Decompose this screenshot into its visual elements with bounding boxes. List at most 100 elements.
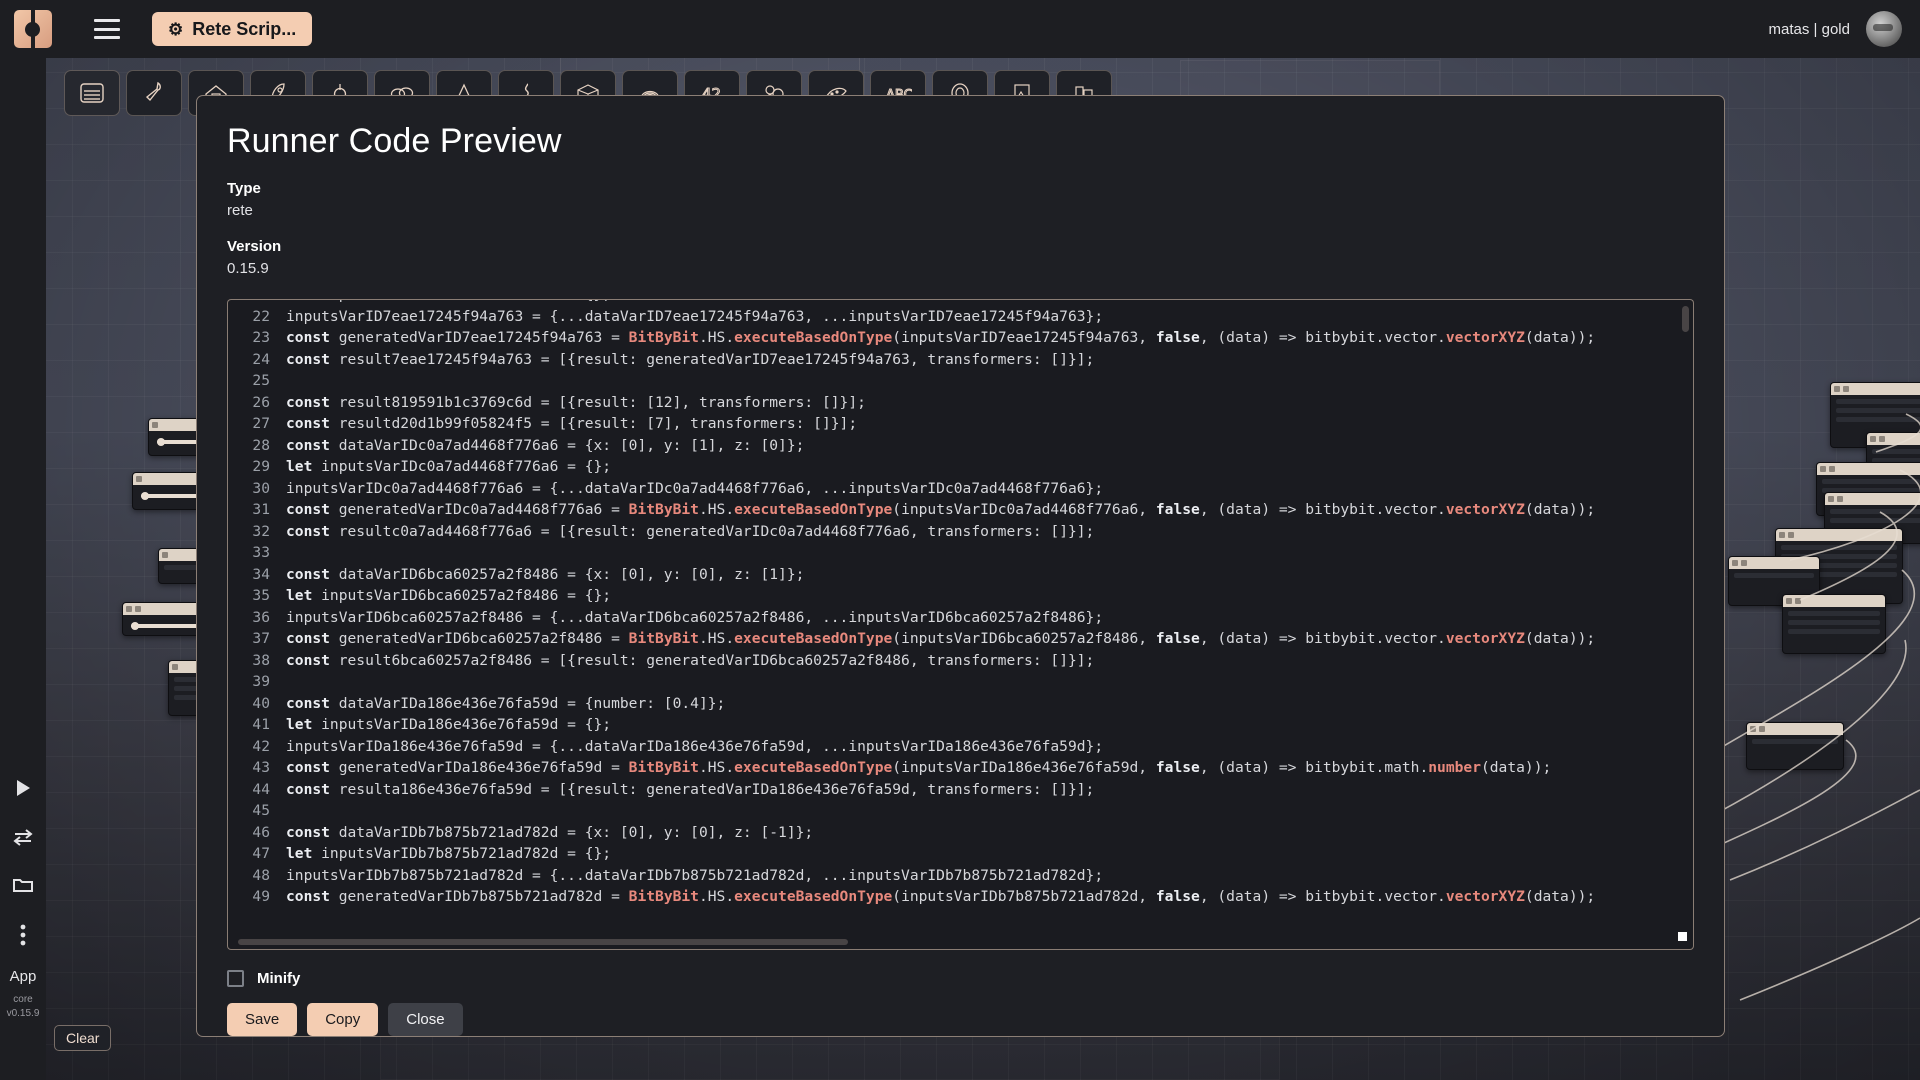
bitbybit-logo-icon[interactable] [14,10,52,48]
line-number: 38 [252,651,270,669]
swap-arrows-icon[interactable] [12,828,34,846]
line-content: inputsVarID6bca60257a2f8486 = {...dataVa… [286,608,1104,626]
code-line: 35 let inputsVarID6bca60257a2f8486 = {}; [228,585,1693,607]
code-line: 49 const generatedVarIDb7b875b721ad782d =… [228,886,1693,908]
graph-node-body [1831,395,1920,430]
line-content: const dataVarIDb7b875b721ad782d = {x: [0… [286,823,814,841]
code-line: 38 const result6bca60257a2f8486 = [{resul… [228,650,1693,672]
line-content: const resulta186e436e76fa59d = [{result:… [286,780,1095,798]
graph-node-header [1783,595,1885,607]
line-number: 49 [252,888,270,905]
code-line: 22 inputsVarID7eae17245f94a763 = {...data… [228,306,1693,328]
line-content: const resultc0a7ad4468f776a6 = [{result:… [286,522,1095,540]
line-number: 40 [252,694,270,712]
layers-icon[interactable] [64,70,120,116]
graph-node-body [1729,569,1819,586]
graph-node-header [1825,493,1920,505]
line-content: const generatedVarID6bca60257a2f8486 = B… [286,630,1596,647]
horizontal-scrollbar-thumb[interactable] [238,939,848,945]
script-name-chip[interactable]: ⚙ Rete Scrip... [152,12,313,46]
line-number: 47 [252,845,270,862]
more-vertical-icon[interactable] [20,924,26,946]
line-content: const result819591b1c3769c6d = [{result:… [286,393,866,411]
line-number: 29 [252,458,270,475]
code-line: 31 const generatedVarIDc0a7ad4468f776a6 =… [228,499,1693,521]
app-label: App [9,968,37,985]
code-line: 33 [228,542,1693,564]
line-content: const result6bca60257a2f8486 = [{result:… [286,651,1095,669]
line-content: inputsVarIDb7b875b721ad782d = {...dataVa… [286,866,1104,884]
runner-code-preview-dialog: Runner Code Preview Type rete Version 0.… [196,95,1725,1037]
line-content: const generatedVarID7eae17245f94a763 = B… [286,329,1596,346]
graph-node-header [1776,529,1902,541]
line-content: const result7eae17245f94a763 = [{result:… [286,350,1095,368]
type-value: rete [227,202,253,219]
line-content: let inputsVarIDa186e436e76fa59d = {}; [286,716,612,733]
code-line: 24 const result7eae17245f94a763 = [{resul… [228,349,1693,371]
graph-node-body [1783,607,1885,642]
folder-icon[interactable] [12,876,34,894]
graph-node-header [1867,433,1920,445]
version-value: 0.15.9 [227,260,269,277]
clear-button[interactable]: Clear [54,1025,112,1051]
code-line: 27 const resultd20d1b99f05824f5 = [{resul… [228,413,1693,435]
code-line: 48 inputsVarIDb7b875b721ad782d = {...data… [228,865,1693,887]
play-icon[interactable] [14,778,32,798]
line-number: 32 [252,522,270,540]
line-content: const dataVarIDa186e436e76fa59d = {numbe… [286,694,726,712]
code-line: 47 let inputsVarIDb7b875b721ad782d = {}; [228,843,1693,865]
graph-node[interactable] [1746,722,1844,770]
version-label: Version [227,238,282,255]
code-line: 46 const dataVarIDb7b875b721ad782d = {x: … [228,822,1693,844]
left-rail: App core v0.15.9 [0,58,46,1080]
code-editor[interactable]: 21let inputsVarID7eae17245f94a763 = {};2… [227,299,1694,950]
code-line: 43 const generatedVarIDa186e436e76fa59d =… [228,757,1693,779]
graph-node-header [1817,463,1920,475]
line-number: 22 [252,307,270,325]
close-button[interactable]: Close [388,1003,463,1036]
line-number: 36 [252,608,270,626]
wand-icon[interactable] [126,70,182,116]
page-title: Runner Code Preview [227,122,562,160]
vertical-scrollbar-thumb[interactable] [1682,306,1689,332]
code-line: 30 inputsVarIDc0a7ad4468f776a6 = {...data… [228,478,1693,500]
graph-node[interactable] [1782,594,1886,654]
code-line: 36 inputsVarID6bca60257a2f8486 = {...data… [228,607,1693,629]
line-number: 25 [252,372,270,389]
code-line: 40 const dataVarIDa186e436e76fa59d = {num… [228,693,1693,715]
line-number: 35 [252,587,270,604]
graph-node-body [1747,735,1843,752]
code-scroll-area[interactable]: 21let inputsVarID7eae17245f94a763 = {};2… [228,300,1693,949]
line-content: let inputsVarIDb7b875b721ad782d = {}; [286,845,612,862]
line-number: 43 [252,759,270,776]
avatar[interactable] [1866,11,1902,47]
code-line: 28 const dataVarIDc0a7ad4468f776a6 = {x: … [228,435,1693,457]
code-line: 25 [228,370,1693,392]
line-number: 33 [252,544,270,561]
line-number: 27 [252,415,270,432]
line-content: const generatedVarIDb7b875b721ad782d = B… [286,888,1596,905]
line-number: 37 [252,630,270,647]
line-content: let inputsVarIDc0a7ad4468f776a6 = {}; [286,458,612,475]
code-lines: 21let inputsVarID7eae17245f94a763 = {};2… [228,300,1693,908]
version-label: v0.15.9 [6,1008,40,1019]
save-button[interactable]: Save [227,1003,298,1036]
copy-button[interactable]: Copy [307,1003,379,1036]
line-number: 26 [252,393,270,411]
minify-checkbox[interactable] [227,970,244,987]
line-number: 31 [252,501,270,518]
dialog-actions: Save Copy Close [227,1003,1694,1036]
resize-handle[interactable] [1678,932,1687,941]
graph-node-header [1831,383,1920,395]
core-label: core [13,994,33,1005]
graph-node-header [1729,557,1819,569]
line-content: const generatedVarIDc0a7ad4468f776a6 = B… [286,501,1596,518]
line-content: const dataVarID6bca60257a2f8486 = {x: [0… [286,565,805,583]
line-number: 28 [252,436,270,454]
line-content: inputsVarIDa186e436e76fa59d = {...dataVa… [286,737,1104,755]
code-line: 26 const result819591b1c3769c6d = [{resul… [228,392,1693,414]
type-label: Type [227,180,261,197]
hamburger-menu-icon[interactable] [94,19,120,39]
line-number: 42 [252,737,270,755]
line-number: 46 [252,823,270,841]
